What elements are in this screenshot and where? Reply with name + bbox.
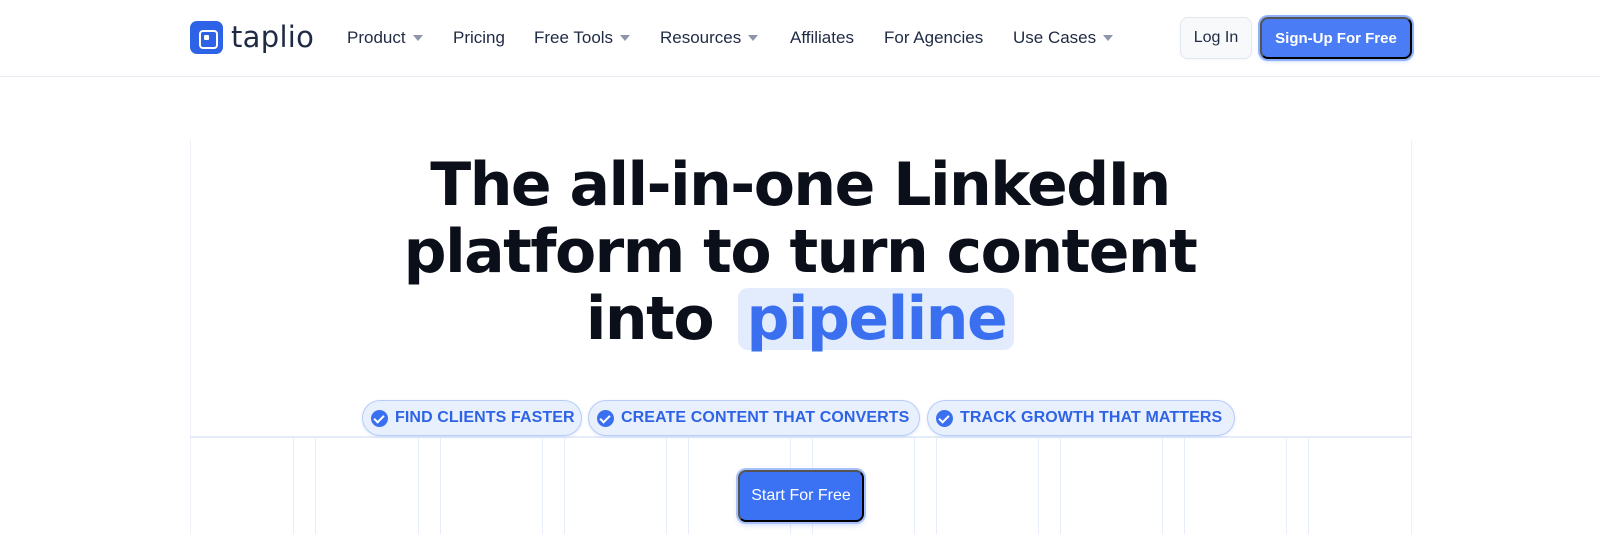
- feature-pill-track-growth: TRACK GROWTH THAT MATTERS: [927, 400, 1235, 436]
- grid-column-line: [315, 438, 316, 534]
- grid-column-line: [564, 438, 565, 534]
- nav-item-label: Resources: [660, 28, 742, 47]
- login-button[interactable]: Log In: [1180, 17, 1252, 59]
- chevron-down-icon: [620, 35, 631, 41]
- taplio-logo[interactable]: taplio: [190, 20, 314, 54]
- feature-pill-find-clients: FIND CLIENTS FASTER: [362, 400, 582, 436]
- nav-item-pricing[interactable]: Pricing: [453, 24, 505, 52]
- headline-highlight: pipeline: [738, 288, 1015, 350]
- check-circle-icon: [371, 409, 388, 427]
- grid-column-line: [914, 438, 915, 534]
- check-circle-icon: [936, 409, 953, 427]
- chevron-down-icon: [412, 35, 423, 41]
- headline-prefix: into: [585, 284, 715, 354]
- grid-column-line: [1286, 438, 1287, 534]
- grid-column-line: [1060, 438, 1061, 534]
- grid-column-line: [418, 438, 419, 534]
- grid-column-line: [542, 438, 543, 534]
- grid-column-line: [1162, 438, 1163, 534]
- nav-item-for-agencies[interactable]: For Agencies: [884, 24, 983, 52]
- chevron-down-icon: [748, 35, 759, 41]
- hero-headline: The all-in-one LinkedIn platform to turn…: [0, 152, 1600, 353]
- headline-line-2: platform to turn content: [403, 217, 1198, 287]
- nav-item-label: Product: [347, 28, 406, 47]
- grid-column-line: [293, 438, 294, 534]
- feature-pill-create-content: CREATE CONTENT THAT CONVERTS: [588, 400, 920, 436]
- signup-button[interactable]: Sign-Up For Free: [1260, 17, 1412, 59]
- check-circle-icon: [597, 409, 614, 427]
- nav-item-label: Pricing: [453, 28, 505, 47]
- brand-name: taplio: [231, 20, 315, 54]
- site-header: taplio Product Pricing Free Tools Resour…: [0, 0, 1600, 77]
- nav-item-resources[interactable]: Resources: [660, 24, 759, 52]
- grid-column-line: [666, 438, 667, 534]
- grid-column-line: [1184, 438, 1185, 534]
- nav-item-affiliates[interactable]: Affiliates: [790, 24, 854, 52]
- start-for-free-button[interactable]: Start For Free: [738, 470, 864, 522]
- grid-column-line: [936, 438, 937, 534]
- headline-line-1: The all-in-one LinkedIn: [430, 150, 1171, 220]
- grid-column-line: [1038, 438, 1039, 534]
- nav-item-label: Free Tools: [534, 28, 614, 47]
- nav-item-label: Affiliates: [790, 28, 854, 47]
- feature-pill-label: FIND CLIENTS FASTER: [395, 409, 575, 426]
- grid-column-line: [1308, 438, 1309, 534]
- nav-item-label: Use Cases: [1013, 28, 1097, 47]
- feature-pill-label: TRACK GROWTH THAT MATTERS: [960, 409, 1223, 426]
- chevron-down-icon: [1103, 35, 1114, 41]
- nav-item-product[interactable]: Product: [347, 24, 423, 52]
- feature-pill-label: CREATE CONTENT THAT CONVERTS: [621, 409, 910, 426]
- nav-item-free-tools[interactable]: Free Tools: [534, 24, 631, 52]
- grid-column-line: [688, 438, 689, 534]
- nav-item-label: For Agencies: [884, 28, 984, 47]
- feature-pills: FIND CLIENTS FASTER CREATE CONTENT THAT …: [0, 400, 1600, 436]
- taplio-logo-icon: [190, 20, 223, 54]
- grid-column-line: [440, 438, 441, 534]
- headline-line-3: into pipeline: [0, 286, 1600, 353]
- nav-item-use-cases[interactable]: Use Cases: [1013, 24, 1114, 52]
